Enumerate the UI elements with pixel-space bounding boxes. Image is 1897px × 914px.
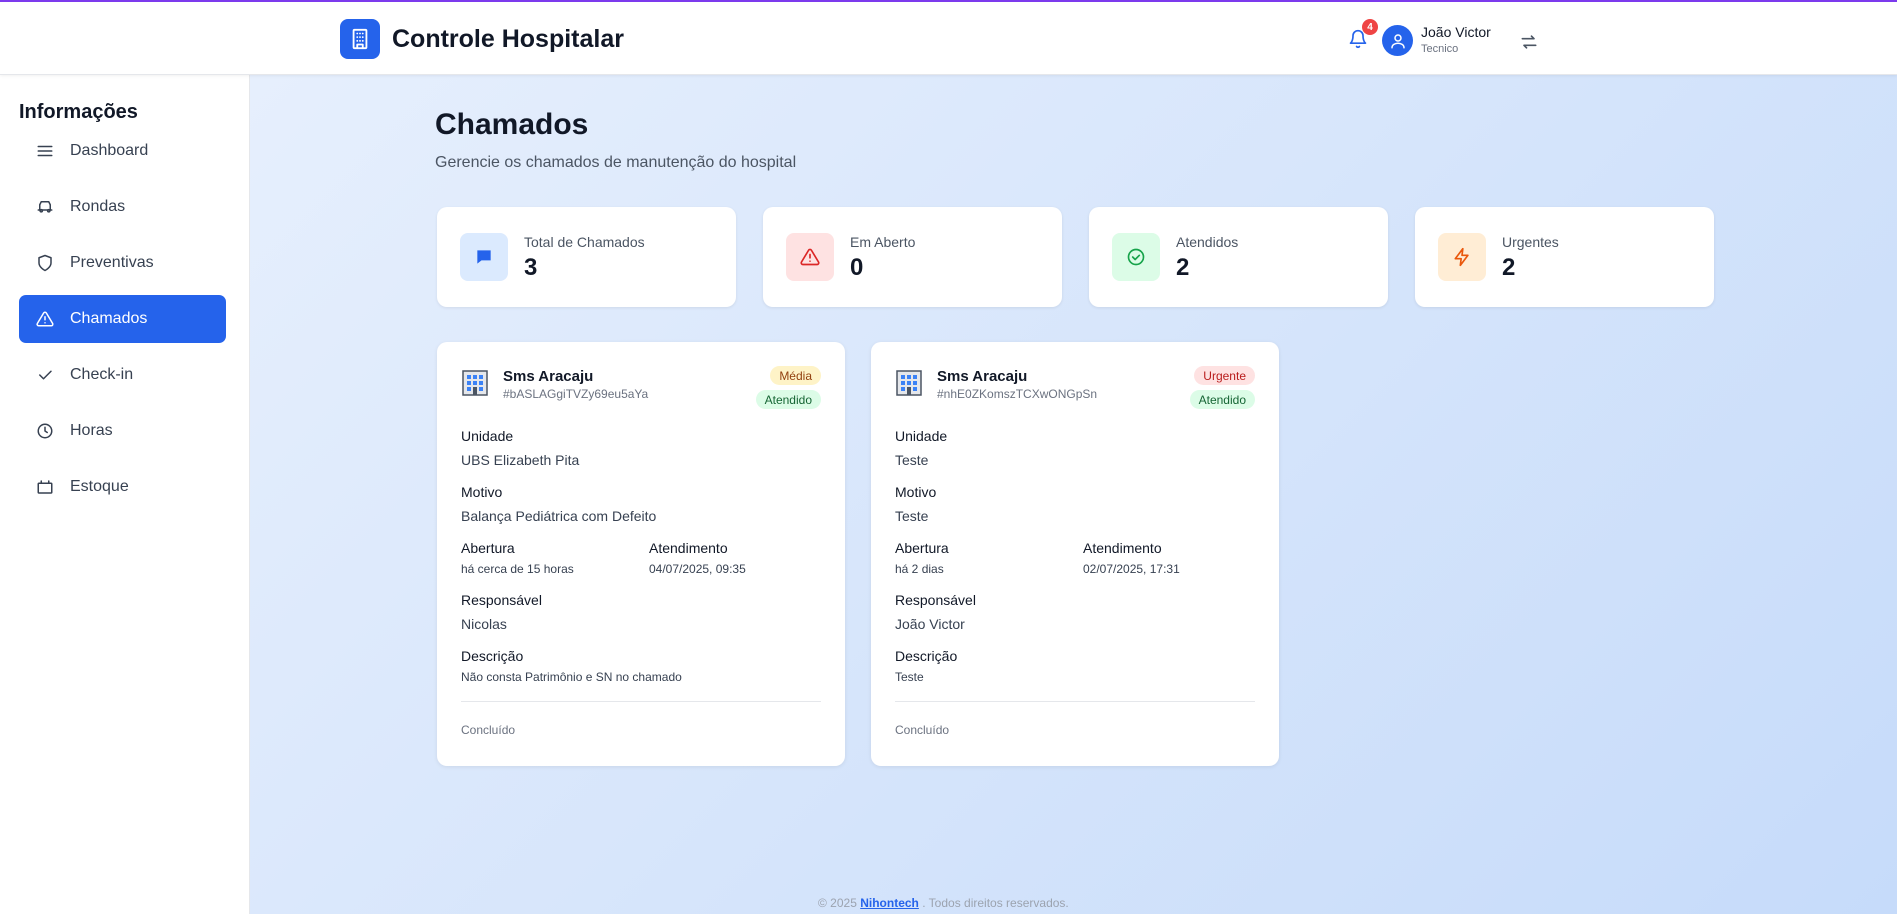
- ticket-card[interactable]: Sms Aracaju #bASLAGgiTVZy69eu5aYa Média …: [437, 342, 845, 766]
- rights-text: . Todos direitos reservados.: [922, 896, 1069, 910]
- divider: [895, 701, 1255, 702]
- unidade-label: Unidade: [461, 428, 514, 444]
- box-icon: [35, 477, 55, 497]
- unidade-value: Teste: [895, 452, 929, 468]
- atendimento-value: 04/07/2025, 09:35: [649, 562, 746, 576]
- ticket-footer-status: Concluído: [461, 723, 516, 737]
- stat-value: 0: [850, 254, 864, 281]
- descricao-value: Não consta Patrimônio e SN no chamado: [461, 670, 682, 684]
- user-role: Tecnico: [1421, 43, 1459, 55]
- stat-value: 3: [524, 254, 538, 281]
- page-subtitle: Gerencie os chamados de manutenção do ho…: [435, 154, 797, 171]
- ticket-id: #nhE0ZKomszTCXwONGpSn: [937, 387, 1098, 401]
- responsavel-label: Responsável: [895, 592, 976, 608]
- stat-value: 2: [1502, 254, 1516, 281]
- copyright-text: © 2025: [818, 896, 857, 910]
- stat-label: Atendidos: [1176, 234, 1239, 250]
- stat-label: Total de Chamados: [524, 234, 645, 250]
- motivo-label: Motivo: [461, 484, 503, 500]
- stat-card-attended: Atendidos 2: [1089, 207, 1388, 307]
- brand[interactable]: Controle Hospitalar: [340, 19, 624, 59]
- sidebar-item-horas[interactable]: Horas: [19, 407, 226, 455]
- divider: [461, 701, 821, 702]
- company-link[interactable]: Nihontech: [860, 896, 919, 910]
- sidebar-item-label: Preventivas: [70, 254, 154, 271]
- ticket-id: #bASLAGgiTVZy69eu5aYa: [503, 387, 649, 401]
- alert-triangle-icon: [786, 233, 834, 281]
- alert-triangle-icon: [35, 309, 55, 329]
- stat-card-open: Em Aberto 0: [763, 207, 1062, 307]
- building-icon: [461, 369, 489, 397]
- app-title: Controle Hospitalar: [392, 24, 624, 53]
- motivo-label: Motivo: [895, 484, 937, 500]
- priority-badge: Média: [770, 366, 821, 385]
- sidebar-item-label: Horas: [70, 422, 113, 439]
- hospital-icon: [340, 19, 380, 59]
- atendimento-label: Atendimento: [1083, 540, 1162, 556]
- abertura-label: Abertura: [461, 540, 515, 556]
- stat-label: Em Aberto: [850, 234, 916, 250]
- shield-icon: [35, 253, 55, 273]
- message-icon: [460, 233, 508, 281]
- sidebar-item-check-in[interactable]: Check-in: [19, 351, 226, 399]
- unidade-label: Unidade: [895, 428, 948, 444]
- page-title: Chamados: [435, 108, 589, 141]
- zap-icon: [1438, 233, 1486, 281]
- sidebar-item-chamados[interactable]: Chamados: [19, 295, 226, 343]
- check-circle-icon: [1112, 233, 1160, 281]
- sidebar-item-label: Rondas: [70, 198, 126, 215]
- sidebar-title: Informações: [19, 101, 138, 123]
- motivo-value: Teste: [895, 508, 929, 524]
- ticket-card[interactable]: Sms Aracaju #nhE0ZKomszTCXwONGpSn Urgent…: [871, 342, 1279, 766]
- sidebar-item-label: Chamados: [70, 310, 148, 327]
- abertura-label: Abertura: [895, 540, 949, 556]
- descricao-label: Descrição: [895, 648, 958, 664]
- user-avatar-icon[interactable]: [1382, 25, 1413, 56]
- logout-icon[interactable]: [1518, 31, 1540, 53]
- descricao-label: Descrição: [461, 648, 524, 664]
- stat-value: 2: [1176, 254, 1190, 281]
- abertura-value: há cerca de 15 horas: [461, 562, 574, 576]
- ticket-title: Sms Aracaju: [503, 368, 594, 385]
- clock-icon: [35, 421, 55, 441]
- sidebar-item-label: Dashboard: [70, 142, 149, 159]
- check-icon: [35, 365, 55, 385]
- motivo-value: Balança Pediátrica com Defeito: [461, 508, 657, 524]
- status-badge: Atendido: [755, 390, 821, 409]
- sidebar-item-estoque[interactable]: Estoque: [19, 463, 226, 511]
- notification-badge: 4: [1362, 19, 1378, 35]
- building-icon: [895, 369, 923, 397]
- sidebar-item-dashboard[interactable]: Dashboard: [19, 127, 226, 175]
- status-badge: Atendido: [1189, 390, 1255, 409]
- sidebar-item-label: Estoque: [70, 478, 129, 495]
- stat-card-urgent: Urgentes 2: [1415, 207, 1714, 307]
- ticket-footer-status: Concluído: [895, 723, 950, 737]
- stat-label: Urgentes: [1502, 234, 1559, 250]
- vehicle-icon: [35, 197, 55, 217]
- responsavel-label: Responsável: [461, 592, 542, 608]
- responsavel-value: Nicolas: [461, 616, 507, 632]
- ticket-title: Sms Aracaju: [937, 368, 1028, 385]
- user-name: João Victor: [1421, 24, 1491, 40]
- unidade-value: UBS Elizabeth Pita: [461, 452, 580, 468]
- priority-badge: Urgente: [1194, 366, 1255, 385]
- atendimento-label: Atendimento: [649, 540, 728, 556]
- sidebar-item-label: Check-in: [70, 366, 134, 383]
- menu-icon: [35, 141, 55, 161]
- sidebar-item-preventivas[interactable]: Preventivas: [19, 239, 226, 287]
- stat-card-total: Total de Chamados 3: [437, 207, 736, 307]
- descricao-value: Teste: [895, 670, 924, 684]
- sidebar: Informações Dashboard Rondas Preventivas…: [0, 75, 250, 914]
- sidebar-item-rondas[interactable]: Rondas: [19, 183, 226, 231]
- atendimento-value: 02/07/2025, 17:31: [1083, 562, 1180, 576]
- responsavel-value: João Victor: [895, 616, 965, 632]
- top-bar: Controle Hospitalar 4 João Victor Tecnic…: [0, 0, 1897, 75]
- main-content: Chamados Gerencie os chamados de manuten…: [250, 75, 1897, 914]
- abertura-value: há 2 dias: [895, 562, 944, 576]
